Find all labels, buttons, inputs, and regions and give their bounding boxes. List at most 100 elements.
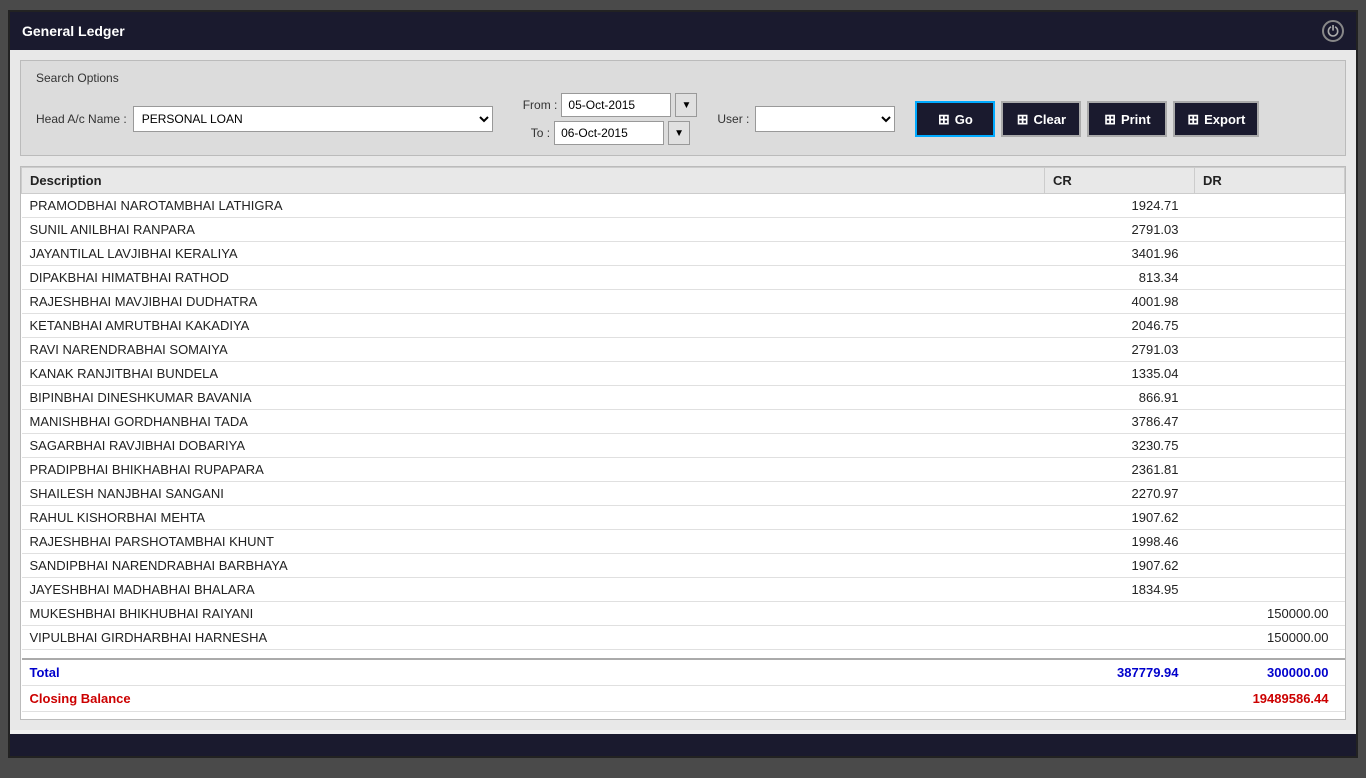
cell-cr: 3786.47	[1045, 410, 1195, 434]
table-row: KANAK RANJITBHAI BUNDELA1335.04	[22, 362, 1345, 386]
table-row: PRAMODBHAI NAROTAMBHAI LATHIGRA1924.71	[22, 194, 1345, 218]
table-row: RAVI NARENDRABHAI SOMAIYA2791.03	[22, 338, 1345, 362]
cell-description: SUNIL ANILBHAI RANPARA	[22, 218, 1045, 242]
cell-dr	[1195, 650, 1345, 660]
cell-dr	[1195, 458, 1345, 482]
cell-cr: 813.34	[1045, 266, 1195, 290]
cell-description: SAGARBHAI RAVJIBHAI DOBARIYA	[22, 434, 1045, 458]
closing-balance-row: Closing Balance 19489586.44	[22, 686, 1345, 712]
cell-description: JAYESHBHAI MADHABHAI BHALARA	[22, 578, 1045, 602]
cell-dr	[1195, 266, 1345, 290]
cell-cr: 4001.98	[1045, 290, 1195, 314]
col-cr: CR	[1045, 168, 1195, 194]
closing-label: Closing Balance	[22, 686, 1045, 712]
table-row: RAJESHBHAI MAVJIBHAI DUDHATRA4001.98	[22, 290, 1345, 314]
cell-dr	[1195, 194, 1345, 218]
cell-cr: 2361.81	[1045, 458, 1195, 482]
cell-dr	[1195, 386, 1345, 410]
cell-cr: 2270.97	[1045, 482, 1195, 506]
table-row: JAYESHBHAI MADHABHAI BHALARA1834.95	[22, 578, 1345, 602]
total-row: Total 387779.94 300000.00	[22, 659, 1345, 686]
user-select[interactable]	[755, 106, 895, 132]
cell-dr	[1195, 290, 1345, 314]
from-date-input[interactable]	[561, 93, 671, 117]
head-ac-select[interactable]: PERSONAL LOAN	[133, 106, 493, 132]
cell-description: KANAK RANJITBHAI BUNDELA	[22, 362, 1045, 386]
cell-dr	[1195, 482, 1345, 506]
from-label: From :	[523, 98, 558, 112]
cell-description: KETANBHAI AMRUTBHAI KAKADIYA	[22, 314, 1045, 338]
cell-dr	[1195, 218, 1345, 242]
clear-button[interactable]: ⊞ Clear	[1001, 101, 1081, 137]
cell-dr	[1195, 410, 1345, 434]
cell-cr	[1045, 650, 1195, 660]
export-button[interactable]: ⊞ Export	[1173, 101, 1259, 137]
cell-description: PRAMODBHAI NAROTAMBHAI LATHIGRA	[22, 194, 1045, 218]
cell-cr: 1907.62	[1045, 554, 1195, 578]
cell-description: DIPAKBHAI HIMATBHAI RATHOD	[22, 266, 1045, 290]
cell-description: PRADIPBHAI BHIKHABHAI RUPAPARA	[22, 458, 1045, 482]
cell-cr: 1998.46	[1045, 530, 1195, 554]
table-row: MANISHBHAI GORDHANBHAI TADA3786.47	[22, 410, 1345, 434]
cell-description: RAJESHBHAI MAVJIBHAI DUDHATRA	[22, 290, 1045, 314]
col-dr: DR	[1195, 168, 1345, 194]
cell-description: RAJESHBHAI PARSHOTAMBHAI KHUNT	[22, 530, 1045, 554]
closing-cr	[1045, 686, 1195, 712]
cell-cr: 866.91	[1045, 386, 1195, 410]
to-label: To :	[531, 126, 550, 140]
cell-dr: 150000.00	[1195, 602, 1345, 626]
cell-description: VIPULBHAI GIRDHARBHAI HARNESHA	[22, 626, 1045, 650]
cell-dr	[1195, 362, 1345, 386]
table-row: RAJESHBHAI PARSHOTAMBHAI KHUNT1998.46	[22, 530, 1345, 554]
head-ac-label: Head A/c Name :	[36, 112, 127, 126]
window-title: General Ledger	[22, 23, 125, 39]
table-row: SHAILESH NANJBHAI SANGANI2270.97	[22, 482, 1345, 506]
cell-cr: 1834.95	[1045, 578, 1195, 602]
bottom-bar	[10, 734, 1356, 756]
cell-dr	[1195, 338, 1345, 362]
total-cr: 387779.94	[1045, 659, 1195, 686]
cell-dr	[1195, 554, 1345, 578]
table-row: SUNIL ANILBHAI RANPARA2791.03	[22, 218, 1345, 242]
cell-dr	[1195, 242, 1345, 266]
table-row: SAGARBHAI RAVJIBHAI DOBARIYA3230.75	[22, 434, 1345, 458]
total-label: Total	[22, 659, 1045, 686]
cell-description: SHAILESH NANJBHAI SANGANI	[22, 482, 1045, 506]
cell-description	[22, 650, 1045, 660]
col-description: Description	[22, 168, 1045, 194]
table-row: PRADIPBHAI BHIKHABHAI RUPAPARA2361.81	[22, 458, 1345, 482]
cell-dr	[1195, 314, 1345, 338]
closing-dr: 19489586.44	[1195, 686, 1345, 712]
table-row: RAHUL KISHORBHAI MEHTA1907.62	[22, 506, 1345, 530]
print-button[interactable]: ⊞ Print	[1087, 101, 1167, 137]
table-row: MUKESHBHAI BHIKHUBHAI RAIYANI 150000.00	[22, 602, 1345, 626]
cell-cr: 3401.96	[1045, 242, 1195, 266]
cell-cr	[1045, 626, 1195, 650]
from-date-picker-button[interactable]: ▼	[675, 93, 697, 117]
cell-description: MUKESHBHAI BHIKHUBHAI RAIYANI	[22, 602, 1045, 626]
table-row: DIPAKBHAI HIMATBHAI RATHOD813.34	[22, 266, 1345, 290]
table-row: SANDIPBHAI NARENDRABHAI BARBHAYA1907.62	[22, 554, 1345, 578]
print-icon: ⊞	[1104, 111, 1116, 128]
clear-icon: ⊞	[1017, 111, 1029, 128]
cell-cr: 2791.03	[1045, 338, 1195, 362]
cell-dr	[1195, 434, 1345, 458]
go-button[interactable]: ⊞ Go	[915, 101, 995, 137]
total-dr: 300000.00	[1195, 659, 1345, 686]
cell-description: JAYANTILAL LAVJIBHAI KERALIYA	[22, 242, 1045, 266]
cell-description: SANDIPBHAI NARENDRABHAI BARBHAYA	[22, 554, 1045, 578]
power-button[interactable]: ⏻	[1322, 20, 1344, 42]
cell-description: RAHUL KISHORBHAI MEHTA	[22, 506, 1045, 530]
cell-description: BIPINBHAI DINESHKUMAR BAVANIA	[22, 386, 1045, 410]
to-date-picker-button[interactable]: ▼	[668, 121, 690, 145]
table-row: JAYANTILAL LAVJIBHAI KERALIYA3401.96	[22, 242, 1345, 266]
cell-cr: 1907.62	[1045, 506, 1195, 530]
cell-cr: 1924.71	[1045, 194, 1195, 218]
cell-cr: 1335.04	[1045, 362, 1195, 386]
cell-description: MANISHBHAI GORDHANBHAI TADA	[22, 410, 1045, 434]
table-row: KETANBHAI AMRUTBHAI KAKADIYA2046.75	[22, 314, 1345, 338]
to-date-input[interactable]	[554, 121, 664, 145]
cell-dr	[1195, 530, 1345, 554]
cell-dr	[1195, 506, 1345, 530]
cell-cr: 3230.75	[1045, 434, 1195, 458]
